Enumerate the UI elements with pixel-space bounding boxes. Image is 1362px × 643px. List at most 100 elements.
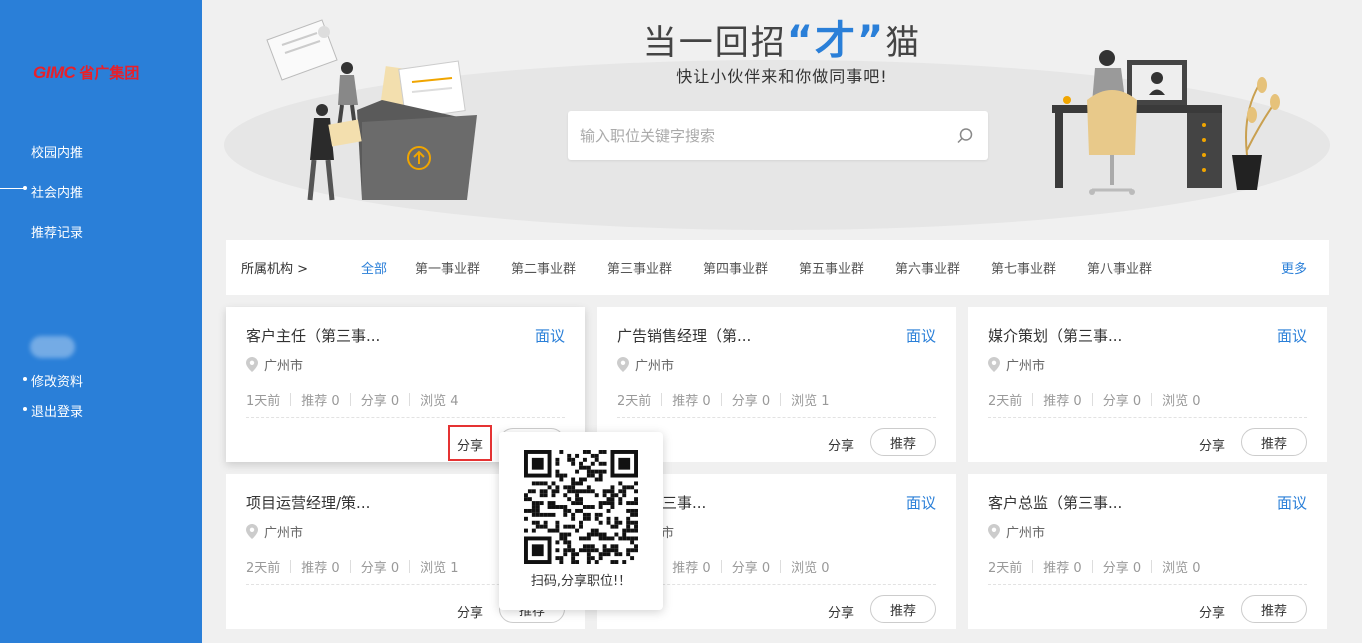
- banner-title-post: 猫: [885, 23, 922, 63]
- job-search-input[interactable]: [580, 125, 940, 147]
- recommend-button[interactable]: 推荐: [1241, 595, 1307, 623]
- divider: [1151, 393, 1153, 406]
- qr-caption: 扫码,分享职位!！: [530, 574, 632, 589]
- filter-option-group-7[interactable]: 第七事业群: [991, 258, 1056, 277]
- filter-label: 所属机构 >: [241, 262, 309, 277]
- divider: [720, 393, 722, 406]
- edit-profile-link[interactable]: 修改资料: [31, 371, 83, 390]
- sidebar: GIMC 省广集团 校园内推 社会内推 推荐记录 修改资料 退出登录: [0, 0, 202, 643]
- hero-banner: 当一回招“才”猫 快让小伙伴来和你做同事吧!: [202, 0, 1362, 240]
- nav-active-dot: [23, 186, 27, 190]
- filter-option-group-2[interactable]: 第二事业群: [511, 258, 576, 277]
- view-count: 浏览 0: [791, 561, 830, 576]
- job-title[interactable]: 项目运营经理/策...: [246, 492, 370, 513]
- filter-option-all[interactable]: 全部: [361, 258, 387, 277]
- filter-option-group-5[interactable]: 第五事业群: [799, 258, 864, 277]
- banner-title-highlight: “才”: [786, 18, 886, 64]
- location-pin-icon: [988, 357, 1000, 372]
- search-icon[interactable]: [956, 127, 974, 145]
- share-count: 分享 0: [360, 394, 400, 409]
- card-divider: [617, 584, 936, 585]
- job-stats: 2天前 推荐 0 分享 0 浏览 1: [246, 557, 459, 576]
- filter-option-group-1[interactable]: 第一事业群: [415, 258, 480, 277]
- card-divider: [246, 417, 565, 418]
- bullet-dot: [23, 377, 27, 381]
- recommend-count: 推荐 0: [672, 394, 711, 409]
- filter-more-link[interactable]: 更多: [1281, 258, 1307, 277]
- recommend-count: 推荐 0: [672, 561, 711, 576]
- job-stats: 2天前 推荐 0 分享 0 浏览 1: [617, 390, 830, 409]
- share-button[interactable]: 分享: [828, 435, 854, 454]
- recommend-button[interactable]: 推荐: [1241, 428, 1307, 456]
- view-count: 浏览 4: [420, 394, 459, 409]
- nav-active-indicator-line: [0, 188, 25, 189]
- divider: [349, 560, 351, 573]
- location-pin-icon: [988, 524, 1000, 539]
- nav-referral-records[interactable]: 推荐记录: [31, 222, 83, 241]
- share-button[interactable]: 分享: [457, 602, 483, 621]
- job-title[interactable]: 媒介策划（第三事...: [988, 325, 1122, 346]
- banner-title-pre: 当一回招: [642, 23, 787, 63]
- recommend-count: 推荐 0: [1043, 561, 1082, 576]
- location-text: 广州市: [1006, 526, 1046, 541]
- share-count: 分享 0: [360, 561, 400, 576]
- divider: [1151, 560, 1153, 573]
- location-text: 广州市: [264, 359, 304, 374]
- filter-option-group-3[interactable]: 第三事业群: [607, 258, 672, 277]
- divider: [720, 560, 722, 573]
- divider: [1032, 393, 1034, 406]
- job-stats: 1天前 推荐 0 分享 0 浏览 4: [246, 390, 459, 409]
- location-text: 广州市: [264, 526, 304, 541]
- divider: [1032, 560, 1034, 573]
- desk-worker-illustration: [1052, 50, 1280, 195]
- filter-option-group-6[interactable]: 第六事业群: [895, 258, 960, 277]
- logo-text: 省广集团: [79, 64, 140, 82]
- job-salary: 面议: [1276, 494, 1307, 512]
- recommend-count: 推荐 0: [1043, 394, 1082, 409]
- divider: [409, 393, 411, 406]
- card-divider: [988, 584, 1307, 585]
- job-card[interactable]: 客户总监（第三事... 面议 广州市 2天前 推荐 0 分享 0 浏览 0 分享…: [968, 474, 1327, 629]
- filter-option-group-8[interactable]: 第八事业群: [1087, 258, 1152, 277]
- location-pin-icon: [246, 524, 258, 539]
- share-button[interactable]: 分享: [1199, 435, 1225, 454]
- job-salary: 面议: [534, 327, 565, 345]
- job-location: 广州市: [617, 355, 674, 374]
- share-count: 分享 0: [1102, 394, 1142, 409]
- share-count: 分享 0: [731, 561, 771, 576]
- logo-mark: GIMC: [33, 63, 76, 82]
- divider: [1091, 393, 1093, 406]
- user-name-blurred: [30, 336, 75, 358]
- divider: [661, 393, 663, 406]
- divider: [409, 560, 411, 573]
- recommend-button[interactable]: 推荐: [870, 595, 936, 623]
- recommend-count: 推荐 0: [301, 561, 340, 576]
- divider: [290, 560, 292, 573]
- search-box: [568, 111, 988, 160]
- company-logo[interactable]: GIMC 省广集团: [33, 62, 139, 83]
- job-stats: 2天前 推荐 0 分享 0 浏览 0: [988, 390, 1201, 409]
- job-location: 广州市: [988, 355, 1045, 374]
- job-title[interactable]: 客户总监（第三事...: [988, 492, 1122, 513]
- share-qr-popup: 扫码,分享职位!！: [499, 432, 663, 610]
- divider: [290, 393, 292, 406]
- posted-time: 1天前: [246, 394, 281, 409]
- logout-link[interactable]: 退出登录: [31, 401, 83, 420]
- card-divider: [988, 417, 1307, 418]
- job-title[interactable]: 广告销售经理（第...: [617, 325, 751, 346]
- nav-campus-referral[interactable]: 校园内推: [31, 142, 83, 161]
- job-title[interactable]: 客户主任（第三事...: [246, 325, 380, 346]
- view-count: 浏览 0: [1162, 561, 1201, 576]
- divider: [349, 393, 351, 406]
- share-button[interactable]: 分享: [1199, 602, 1225, 621]
- job-salary: 面议: [905, 327, 936, 345]
- filter-option-group-4[interactable]: 第四事业群: [703, 258, 768, 277]
- divider: [780, 560, 782, 573]
- share-button[interactable]: 分享: [828, 602, 854, 621]
- job-stats: 2天前 推荐 0 分享 0 浏览 0: [988, 557, 1201, 576]
- posted-time: 2天前: [246, 561, 281, 576]
- recommend-button[interactable]: 推荐: [870, 428, 936, 456]
- job-card[interactable]: 媒介策划（第三事... 面议 广州市 2天前 推荐 0 分享 0 浏览 0 分享…: [968, 307, 1327, 462]
- posted-time: 2天前: [988, 394, 1023, 409]
- nav-social-referral[interactable]: 社会内推: [31, 182, 83, 201]
